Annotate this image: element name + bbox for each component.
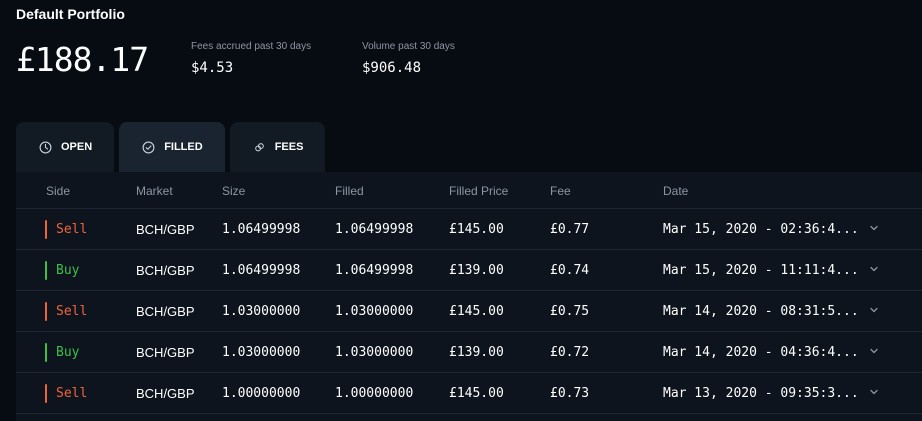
table-row[interactable]: Buy BCH/GBP 1.03000000 1.03000000 £139.0…	[16, 332, 922, 373]
clock-icon	[39, 141, 52, 154]
chevron-down-icon[interactable]	[869, 345, 879, 355]
volume-label: Volume past 30 days	[362, 41, 455, 52]
side-cell: Sell	[56, 386, 88, 401]
size-cell: 1.06499998	[222, 222, 301, 237]
volume-value: $906.48	[362, 60, 422, 76]
column-header-market[interactable]: Market	[136, 184, 173, 198]
side-cell: Buy	[56, 263, 80, 278]
tab-fees-label: FEES	[274, 141, 304, 153]
tab-fees[interactable]: FEES	[229, 122, 326, 172]
fees-value: $4.53	[191, 60, 234, 76]
table-header: Side Market Size Filled Filled Price Fee…	[16, 172, 922, 209]
chevron-down-icon[interactable]	[869, 263, 879, 273]
fees-stat: Fees accrued past 30 days $4.53	[191, 41, 311, 76]
filled-cell: 1.06499998	[335, 263, 414, 278]
table-row[interactable]: Sell BCH/GBP 1.03000000 1.03000000 £145.…	[16, 291, 922, 332]
fee-cell: £0.77	[550, 222, 590, 237]
fee-cell: £0.73	[550, 386, 590, 401]
filled-cell: 1.03000000	[335, 304, 414, 319]
table-row[interactable]: Buy BCH/GBP 1.06499998 1.06499998 £139.0…	[16, 250, 922, 291]
column-header-size[interactable]: Size	[222, 184, 245, 198]
fees-label: Fees accrued past 30 days	[191, 41, 312, 52]
tab-filled-label: FILLED	[164, 141, 203, 153]
filled-cell: 1.03000000	[335, 345, 414, 360]
filled-price-cell: £139.00	[449, 263, 504, 278]
order-tabs: OPEN FILLED FEES	[16, 122, 330, 172]
fee-cell: £0.75	[550, 304, 590, 319]
filled-price-cell: £145.00	[449, 304, 504, 319]
size-cell: 1.03000000	[222, 345, 301, 360]
side-cell: Buy	[56, 345, 80, 360]
filled-price-cell: £145.00	[449, 222, 504, 237]
tab-open-label: OPEN	[61, 141, 93, 153]
portfolio-balance: £188.17	[16, 40, 149, 79]
size-cell: 1.06499998	[222, 263, 301, 278]
market-cell: BCH/GBP	[136, 386, 195, 401]
fee-cell: £0.74	[550, 263, 590, 278]
market-cell: BCH/GBP	[136, 222, 195, 237]
side-cell: Sell	[56, 304, 88, 319]
size-cell: 1.00000000	[222, 386, 301, 401]
date-cell: Mar 15, 2020 - 11:11:4...	[663, 263, 859, 278]
tab-open[interactable]: OPEN	[16, 122, 115, 172]
volume-stat: Volume past 30 days $906.48	[362, 41, 455, 76]
date-cell: Mar 13, 2020 - 09:35:3...	[663, 386, 859, 401]
size-cell: 1.03000000	[222, 304, 301, 319]
column-header-side[interactable]: Side	[46, 184, 70, 198]
date-cell: Mar 14, 2020 - 04:36:4...	[663, 345, 859, 360]
portfolio-page: Default Portfolio £188.17 Fees accrued p…	[0, 0, 922, 421]
table-row[interactable]: Sell BCH/GBP 1.00000000 1.00000000 £145.…	[16, 373, 922, 414]
side-cell: Sell	[56, 222, 88, 237]
market-cell: BCH/GBP	[136, 345, 195, 360]
market-cell: BCH/GBP	[136, 263, 195, 278]
column-header-filled-price[interactable]: Filled Price	[449, 184, 508, 198]
chevron-down-icon[interactable]	[869, 222, 879, 232]
date-cell: Mar 15, 2020 - 02:36:4...	[663, 222, 859, 237]
chevron-down-icon[interactable]	[869, 386, 879, 396]
market-cell: BCH/GBP	[136, 304, 195, 319]
filled-orders-table: Side Market Size Filled Filled Price Fee…	[16, 172, 922, 421]
filled-price-cell: £145.00	[449, 386, 504, 401]
chevron-down-icon[interactable]	[869, 304, 879, 314]
column-header-fee[interactable]: Fee	[550, 184, 571, 198]
filled-cell: 1.00000000	[335, 386, 414, 401]
column-header-filled[interactable]: Filled	[335, 184, 364, 198]
filled-cell: 1.06499998	[335, 222, 414, 237]
coins-icon	[253, 141, 266, 154]
check-circle-icon	[142, 141, 155, 154]
column-header-date[interactable]: Date	[663, 184, 688, 198]
portfolio-title: Default Portfolio	[16, 6, 125, 22]
filled-price-cell: £139.00	[449, 345, 504, 360]
table-row[interactable]: Sell BCH/GBP 1.06499998 1.06499998 £145.…	[16, 209, 922, 250]
fee-cell: £0.72	[550, 345, 590, 360]
date-cell: Mar 14, 2020 - 08:31:5...	[663, 304, 859, 319]
tab-filled[interactable]: FILLED	[119, 122, 225, 172]
